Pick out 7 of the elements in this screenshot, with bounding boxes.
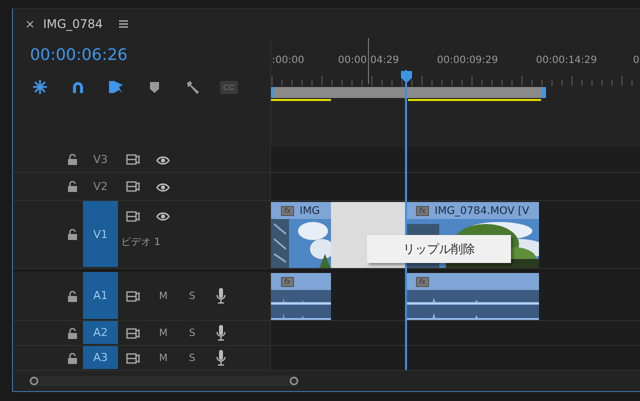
time-label: 0 bbox=[633, 55, 640, 66]
time-label: 00:00:09:29 bbox=[437, 55, 498, 66]
track-name: ビデオ 1 bbox=[121, 236, 161, 249]
time-label: :00:00 bbox=[272, 55, 304, 66]
time-label: 00:00:14:29 bbox=[536, 55, 598, 66]
clip-label: IMG_0784.MOV [V bbox=[434, 204, 530, 216]
clip-label: IMG bbox=[300, 204, 320, 216]
